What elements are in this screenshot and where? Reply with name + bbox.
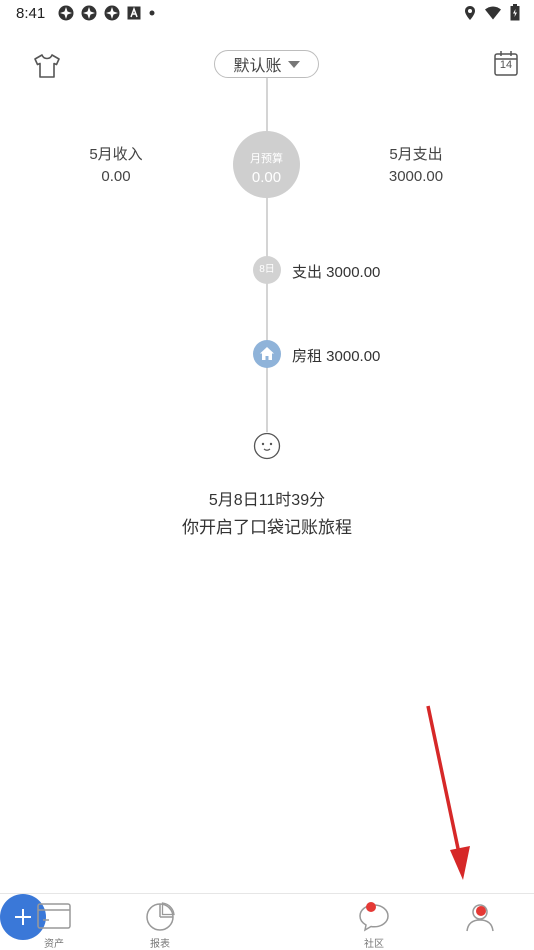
smiley-face-icon (253, 432, 281, 460)
status-time: 8:41 (16, 5, 46, 22)
account-book-label: 默认账 (233, 58, 282, 75)
rent-entry[interactable]: 房租 3000.00 (292, 345, 380, 366)
tab-community-label: 社区 (364, 939, 384, 950)
calendar-day: 14 (499, 59, 513, 71)
notification-dot (476, 906, 486, 916)
skin-shirt-icon[interactable] (32, 52, 62, 80)
system-icons (464, 4, 520, 21)
start-date: 5月8日11时39分 (208, 492, 326, 509)
battery-icon (510, 4, 520, 21)
app-notification-icon (104, 5, 120, 21)
monthly-expense[interactable]: 5月支出 3000.00 (356, 144, 476, 188)
app-notification-icon (81, 5, 97, 21)
tab-assets[interactable]: 资产 (24, 894, 84, 950)
status-bar: 8:41 (0, 0, 534, 28)
tab-community[interactable]: 社区 (344, 894, 404, 950)
income-label: 5月收入 (89, 146, 143, 163)
pie-chart-icon (146, 902, 175, 931)
day-badge: 8日 (253, 256, 281, 284)
wallet-card-icon (37, 903, 71, 929)
tab-reports[interactable]: 报表 (130, 894, 190, 950)
a-badge-icon (127, 6, 141, 20)
wifi-icon (485, 6, 501, 19)
start-message: 你开启了口袋记账旅程 (182, 518, 352, 537)
calendar-button[interactable]: 14 (494, 50, 518, 76)
expense-value: 3000.00 (388, 168, 444, 185)
house-icon (260, 347, 274, 360)
income-value: 0.00 (101, 168, 131, 185)
notification-icons (58, 5, 156, 21)
tab-mine[interactable] (450, 894, 510, 950)
budget-value: 0.00 (251, 169, 282, 186)
dot-icon (149, 10, 155, 16)
monthly-income[interactable]: 5月收入 0.00 (56, 144, 176, 188)
expense-label: 5月支出 (389, 146, 443, 163)
location-icon (465, 5, 475, 20)
day-summary: 支出 3000.00 (292, 264, 381, 281)
monthly-budget[interactable]: 月预算 0.00 (233, 131, 300, 198)
annotation-arrow-icon (426, 705, 470, 880)
chevron-down-icon (287, 60, 300, 68)
tab-assets-label: 资产 (44, 939, 64, 950)
budget-label: 月预算 (250, 153, 283, 165)
app-notification-icon (58, 5, 74, 21)
tab-reports-label: 报表 (150, 939, 170, 950)
account-book-selector[interactable]: 默认账 (214, 50, 319, 78)
notification-dot (366, 902, 376, 912)
bottom-nav: 资产 报表 社区 (0, 893, 534, 950)
category-rent[interactable] (253, 340, 281, 368)
plus-icon (22, 909, 24, 925)
